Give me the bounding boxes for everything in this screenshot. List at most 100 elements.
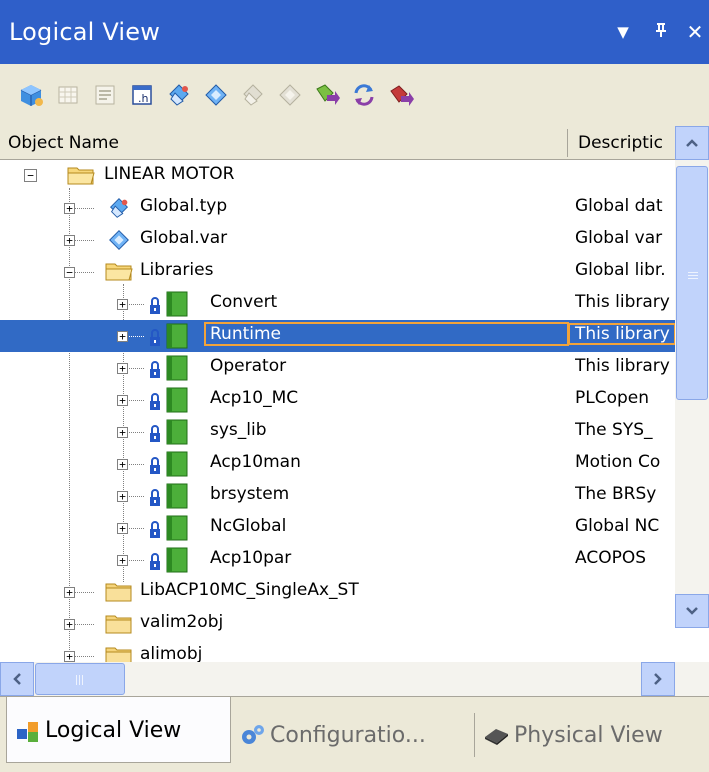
object-tree: Object Name Descriptic − LINEAR MOTOR + … — [0, 126, 709, 662]
library-icon — [150, 419, 188, 445]
folder-icon — [105, 583, 132, 602]
tab-divider — [474, 713, 475, 757]
folder-open-icon — [67, 167, 95, 185]
tree-row-label[interactable]: Runtime — [204, 322, 569, 346]
pin-icon[interactable] — [649, 22, 673, 43]
datatype-icon[interactable] — [162, 78, 196, 112]
datatype-icon — [109, 198, 129, 218]
tree-row-libraries[interactable]: − Libraries Global libr. — [0, 256, 675, 288]
close-icon[interactable]: ✕ — [683, 20, 707, 44]
tree-row-description: Motion Co — [575, 452, 661, 472]
library-icon — [150, 355, 188, 381]
tree-row-libacp10mc[interactable]: + LibACP10MC_SingleAx_ST — [0, 576, 675, 608]
tree-row-label: LibACP10MC_SingleAx_ST — [140, 580, 359, 600]
tree-row-description: This library — [575, 292, 670, 312]
scroll-down-button[interactable] — [675, 594, 709, 628]
tree-row-sys-lib[interactable]: + sys_lib The SYS_ — [0, 416, 675, 448]
tree-row-description: ACOPOS — [575, 548, 647, 568]
scroll-right-button[interactable] — [641, 662, 675, 696]
expand-toggle[interactable]: + — [117, 427, 128, 438]
tree-row-convert[interactable]: + Convert This library — [0, 288, 675, 320]
horizontal-scroll-thumb[interactable] — [35, 663, 125, 695]
library-icon — [150, 291, 188, 317]
tree-row-linear-motor[interactable]: − LINEAR MOTOR — [0, 160, 675, 192]
expand-toggle[interactable]: + — [117, 555, 128, 566]
library-icon — [150, 547, 188, 573]
tree-row-label: NcGlobal — [210, 516, 287, 536]
vertical-scrollbar[interactable] — [675, 126, 709, 628]
folder-icon — [105, 615, 132, 634]
add-object-icon[interactable] — [310, 78, 344, 112]
datatype-disabled-icon[interactable] — [236, 78, 270, 112]
tree-row-description: This library — [568, 323, 675, 345]
project-cube-icon[interactable] — [14, 78, 48, 112]
collapse-toggle[interactable]: − — [24, 169, 37, 182]
horizontal-scrollbar[interactable] — [0, 662, 709, 696]
library-icon — [150, 387, 188, 413]
expand-toggle[interactable]: + — [117, 363, 128, 374]
expand-toggle[interactable]: + — [117, 523, 128, 534]
tree-row-description: PLCopen — [575, 388, 650, 408]
expand-toggle[interactable]: + — [117, 459, 128, 470]
svg-text:.h: .h — [138, 92, 148, 105]
tree-row-label: alimobj — [140, 644, 203, 662]
tree-row-runtime[interactable]: + Runtime This library — [0, 320, 675, 352]
expand-toggle[interactable]: + — [64, 619, 75, 630]
expand-toggle[interactable]: + — [117, 299, 128, 310]
expand-toggle[interactable]: + — [117, 331, 128, 342]
collapse-toggle[interactable]: − — [64, 267, 75, 278]
tree-row-operator[interactable]: + Operator This library — [0, 352, 675, 384]
tree-row-label: LINEAR MOTOR — [104, 164, 235, 184]
tree-row-label: Acp10_MC — [210, 388, 299, 408]
tree-row-label: valim2obj — [140, 612, 224, 632]
panel-title-bar: Logical View ▼ ✕ — [0, 0, 709, 64]
tree-rows: − LINEAR MOTOR + Global.typ Global dat +… — [0, 160, 675, 662]
column-divider[interactable] — [567, 129, 568, 157]
tree-row-global-var[interactable]: + Global.var Global var — [0, 224, 675, 256]
tree-row-global-typ[interactable]: + Global.typ Global dat — [0, 192, 675, 224]
tree-row-valim2obj[interactable]: + valim2obj — [0, 608, 675, 640]
tree-row-ncglobal[interactable]: + NcGlobal Global NC — [0, 512, 675, 544]
library-icon — [150, 451, 188, 477]
tree-row-label: Libraries — [140, 260, 214, 280]
panel-title: Logical View — [9, 18, 161, 46]
tree-row-label: sys_lib — [210, 420, 267, 440]
tree-row-brsystem[interactable]: + brsystem The BRSy — [0, 480, 675, 512]
gears-icon — [242, 725, 264, 744]
var-file-icon — [109, 230, 129, 250]
scroll-up-button[interactable] — [675, 126, 709, 160]
scroll-left-button[interactable] — [0, 662, 34, 696]
remove-object-icon[interactable] — [384, 78, 418, 112]
tree-row-acp10par[interactable]: + Acp10par ACOPOS — [0, 544, 675, 576]
expand-toggle[interactable]: + — [64, 587, 75, 598]
var-file-disabled-icon[interactable] — [273, 78, 307, 112]
grip-icon — [76, 675, 77, 685]
expand-toggle[interactable]: + — [117, 395, 128, 406]
variable-view-icon[interactable]: .h — [125, 78, 159, 112]
tree-row-acp10man[interactable]: + Acp10man Motion Co — [0, 448, 675, 480]
tab-physical-view[interactable]: Physical View — [482, 705, 707, 765]
expand-toggle[interactable]: + — [117, 491, 128, 502]
tree-row-label: Acp10man — [210, 452, 301, 472]
vertical-scroll-thumb[interactable] — [676, 166, 708, 400]
library-icon — [150, 323, 188, 349]
tree-row-description: Global dat — [575, 196, 663, 216]
column-description[interactable]: Descriptic — [578, 133, 675, 153]
tree-row-description: The BRSy — [575, 484, 657, 504]
tree-row-alimobj[interactable]: + alimobj — [0, 640, 675, 662]
tree-row-acp10-mc[interactable]: + Acp10_MC PLCopen — [0, 384, 675, 416]
tab-configuration[interactable]: Configuratio... — [240, 705, 470, 765]
refresh-icon[interactable] — [347, 78, 381, 112]
form-icon[interactable] — [88, 78, 122, 112]
column-object-name[interactable]: Object Name — [8, 133, 119, 153]
expand-toggle[interactable]: + — [64, 235, 75, 246]
tree-row-description: Global libr. — [575, 260, 666, 280]
logical-view-icon — [17, 721, 38, 742]
grid-icon[interactable] — [51, 78, 85, 112]
menu-dropdown-icon[interactable]: ▼ — [611, 23, 635, 41]
expand-toggle[interactable]: + — [64, 203, 75, 214]
expand-toggle[interactable]: + — [64, 651, 75, 662]
library-icon — [150, 483, 188, 509]
var-file-icon[interactable] — [199, 78, 233, 112]
tab-logical-view[interactable]: Logical View — [6, 697, 231, 763]
